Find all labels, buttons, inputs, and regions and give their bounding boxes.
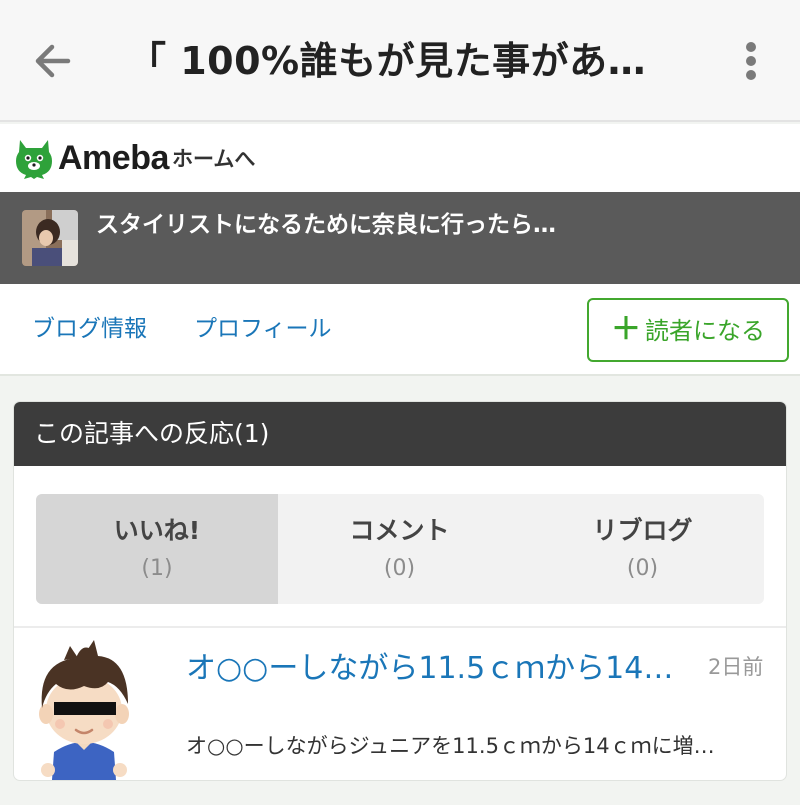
tab-label: コメント (349, 516, 450, 545)
tab-count: (0) (626, 556, 659, 581)
reaction-title-link[interactable]: オ○○ーしながら11.5ｃｍから14… (186, 648, 696, 690)
tab-likes[interactable]: いいね! (1) (36, 494, 278, 604)
tab-reblogs[interactable]: リブログ (0) (521, 494, 764, 604)
list-item[interactable]: オ○○ーしながら11.5ｃｍから14… 2日前 オ○○ーしながらジュニアを11.… (14, 628, 786, 780)
blog-thumbnail[interactable] (22, 210, 78, 266)
blog-header: スタイリストになるために奈良に行ったら… (0, 192, 800, 284)
tab-label: いいね! (113, 516, 201, 545)
tab-count: (1) (141, 556, 173, 581)
ameba-wordmark[interactable]: Ameba (58, 136, 169, 180)
reactions-header: この記事への反応(1) (14, 402, 786, 466)
reaction-tabs: いいね! (1) コメント (0) リブログ (0) (36, 494, 764, 604)
ameba-logo-icon[interactable] (14, 136, 54, 180)
follow-button[interactable]: ＋読者になる (587, 298, 789, 362)
ameba-bar: Ameba ホームへ (0, 124, 800, 192)
app-bar: 「 100%誰もが見た事があ… (0, 0, 800, 122)
avatar[interactable] (24, 632, 144, 780)
blog-title[interactable]: スタイリストになるために奈良に行ったら… (96, 208, 556, 242)
tab-comments[interactable]: コメント (0) (278, 494, 521, 604)
tab-label: リブログ (592, 516, 693, 545)
blog-info-link[interactable]: ブログ情報 (32, 312, 147, 346)
more-vertical-icon[interactable] (734, 38, 768, 84)
reactions-card: この記事への反応(1) いいね! (1) コメント (0) リブログ (0) オ… (14, 402, 786, 780)
arrow-left-icon[interactable] (28, 38, 78, 84)
blog-nav: ブログ情報 プロフィール ＋読者になる (0, 284, 800, 376)
follow-button-label: 読者になる (645, 317, 765, 345)
home-link[interactable]: ホームへ (172, 142, 255, 176)
reaction-timestamp: 2日前 (708, 655, 764, 679)
page-title: 「 100%誰もが見た事があ… (128, 39, 647, 83)
profile-link[interactable]: プロフィール (194, 312, 332, 346)
plus-icon: ＋ (611, 312, 641, 347)
tab-count: (0) (383, 556, 416, 581)
reaction-snippet: オ○○ーしながらジュニアを11.5ｃｍから14ｃｍに増… (186, 734, 715, 758)
